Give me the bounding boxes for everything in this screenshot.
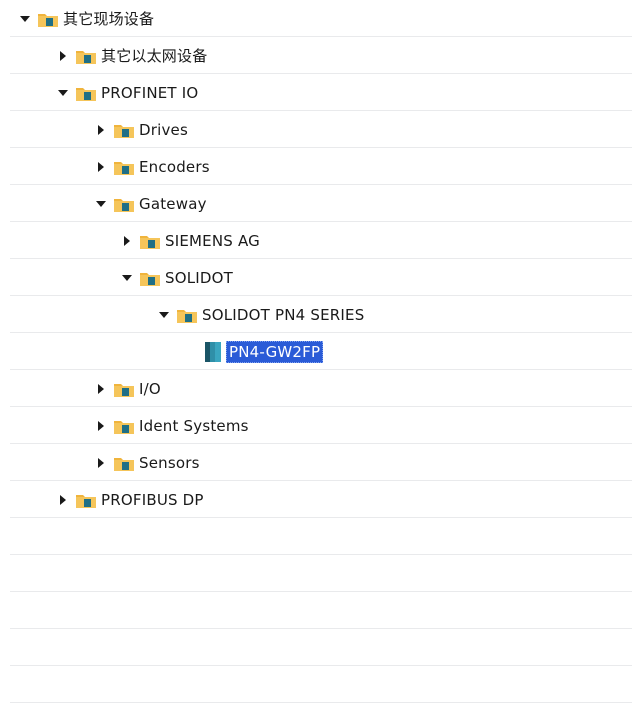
tree-node-label: PROFIBUS DP <box>101 490 204 509</box>
tree-node-ident-systems[interactable]: Ident Systems <box>94 407 249 444</box>
catalog-tree-panel: 其它现场设备 其它以太网设备 PROFINET IO Drives Encode… <box>10 0 632 713</box>
tree-node-solidot-pn4-series[interactable]: SOLIDOT PN4 SERIES <box>157 296 364 333</box>
tree-node-profibus-dp[interactable]: PROFIBUS DP <box>56 481 204 518</box>
expand-toggle-icon[interactable] <box>120 271 134 285</box>
folder-icon <box>76 50 96 64</box>
tree-node-io[interactable]: I/O <box>94 370 161 407</box>
tree-node-label: 其它以太网设备 <box>101 47 208 65</box>
expand-toggle-icon[interactable] <box>94 123 108 137</box>
tree-row <box>10 629 632 666</box>
expand-toggle-icon[interactable] <box>56 86 70 100</box>
expand-toggle-icon[interactable] <box>18 12 32 26</box>
folder-icon <box>114 198 134 212</box>
folder-icon <box>140 235 160 249</box>
expand-toggle-icon[interactable] <box>94 160 108 174</box>
expand-toggle-icon[interactable] <box>56 49 70 63</box>
tree-node-label: SOLIDOT <box>165 268 234 287</box>
expand-toggle-icon[interactable] <box>94 197 108 211</box>
tree-row <box>10 666 632 703</box>
tree-node-siemens-ag[interactable]: SIEMENS AG <box>120 222 260 259</box>
folder-icon <box>114 420 134 434</box>
tree-node-encoders[interactable]: Encoders <box>94 148 210 185</box>
folder-icon <box>177 309 197 323</box>
folder-icon <box>38 13 58 27</box>
expand-toggle-icon[interactable] <box>157 308 171 322</box>
expand-toggle-icon[interactable] <box>94 419 108 433</box>
tree-node-other-field-devices[interactable]: 其它现场设备 <box>18 0 154 37</box>
tree-node-label: Ident Systems <box>139 416 249 435</box>
tree-node-other-ethernet-devices[interactable]: 其它以太网设备 <box>56 37 207 74</box>
tree-row <box>10 222 632 259</box>
expand-toggle-icon[interactable] <box>94 456 108 470</box>
folder-icon <box>114 457 134 471</box>
tree-node-label: Encoders <box>139 157 210 176</box>
tree-node-label: Gateway <box>139 194 207 213</box>
tree-row <box>10 555 632 592</box>
tree-node-drives[interactable]: Drives <box>94 111 188 148</box>
tree-node-profinet-io[interactable]: PROFINET IO <box>56 74 198 111</box>
tree-node-label: 其它现场设备 <box>63 10 155 28</box>
folder-icon <box>114 161 134 175</box>
folder-icon <box>114 383 134 397</box>
expand-toggle-icon[interactable] <box>56 493 70 507</box>
folder-icon <box>76 494 96 508</box>
tree-node-label: PROFINET IO <box>101 83 199 102</box>
tree-node-pn4-gw2fp[interactable]: PN4-GW2FP <box>204 333 324 370</box>
tree-node-label: PN4-GW2FP <box>226 340 324 363</box>
folder-icon <box>140 272 160 286</box>
folder-icon <box>114 124 134 138</box>
expand-toggle-icon[interactable] <box>94 382 108 396</box>
tree-row <box>10 518 632 555</box>
tree-node-label: Drives <box>139 120 189 139</box>
tree-row <box>10 259 632 296</box>
expand-toggle-icon[interactable] <box>120 234 134 248</box>
tree-node-solidot[interactable]: SOLIDOT <box>120 259 233 296</box>
tree-node-sensors[interactable]: Sensors <box>94 444 200 481</box>
device-module-icon <box>205 341 221 362</box>
folder-icon <box>76 87 96 101</box>
tree-node-gateway[interactable]: Gateway <box>94 185 207 222</box>
tree-node-label: Sensors <box>139 453 200 472</box>
tree-node-label: SIEMENS AG <box>165 231 260 250</box>
tree-node-label: SOLIDOT PN4 SERIES <box>202 305 365 324</box>
tree-row <box>10 592 632 629</box>
tree-node-label: I/O <box>139 379 161 398</box>
